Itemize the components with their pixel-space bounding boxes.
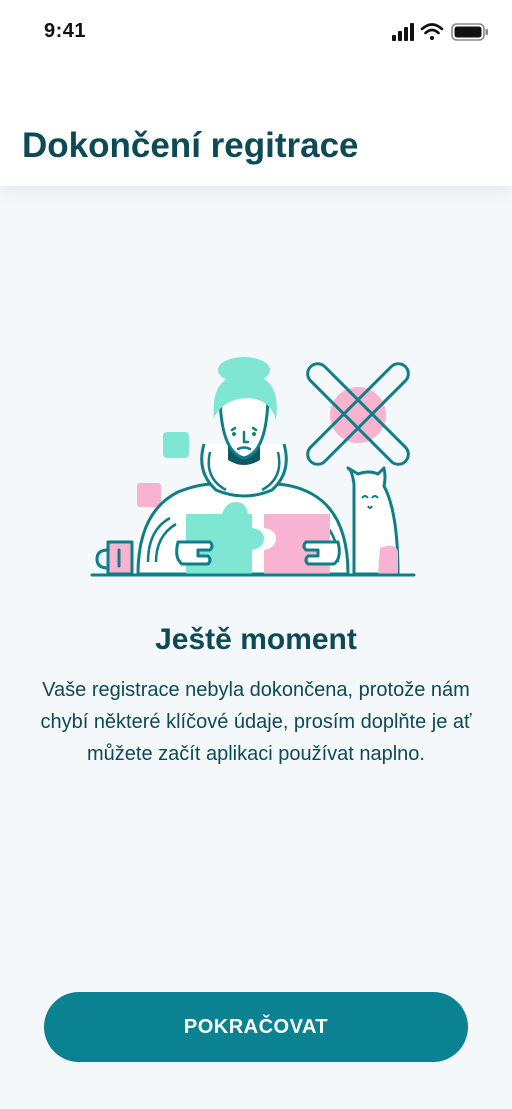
mug-illustration [95, 540, 134, 576]
continue-button[interactable]: POKRAČOVAT [44, 992, 468, 1062]
headline: Ještě moment [155, 623, 357, 656]
battery-icon [451, 23, 488, 41]
cellular-signal-icon [392, 23, 414, 41]
status-bar: 9:41 [0, 0, 512, 64]
status-icons [392, 23, 488, 41]
person-with-puzzle-and-cat-illustration [90, 357, 416, 577]
mint-square-decoration [163, 432, 189, 458]
description: Vaše registrace nebyla dokončena, protož… [40, 679, 472, 765]
cat-illustration [346, 466, 400, 576]
status-time: 9:41 [44, 20, 87, 42]
wifi-icon [420, 23, 444, 40]
x-mark-icon [306, 362, 410, 466]
app-header: 9:41 Dokončení regitrace [0, 0, 512, 186]
pink-square-decoration [137, 483, 161, 507]
page-title: Dokončení regitrace [22, 126, 359, 165]
